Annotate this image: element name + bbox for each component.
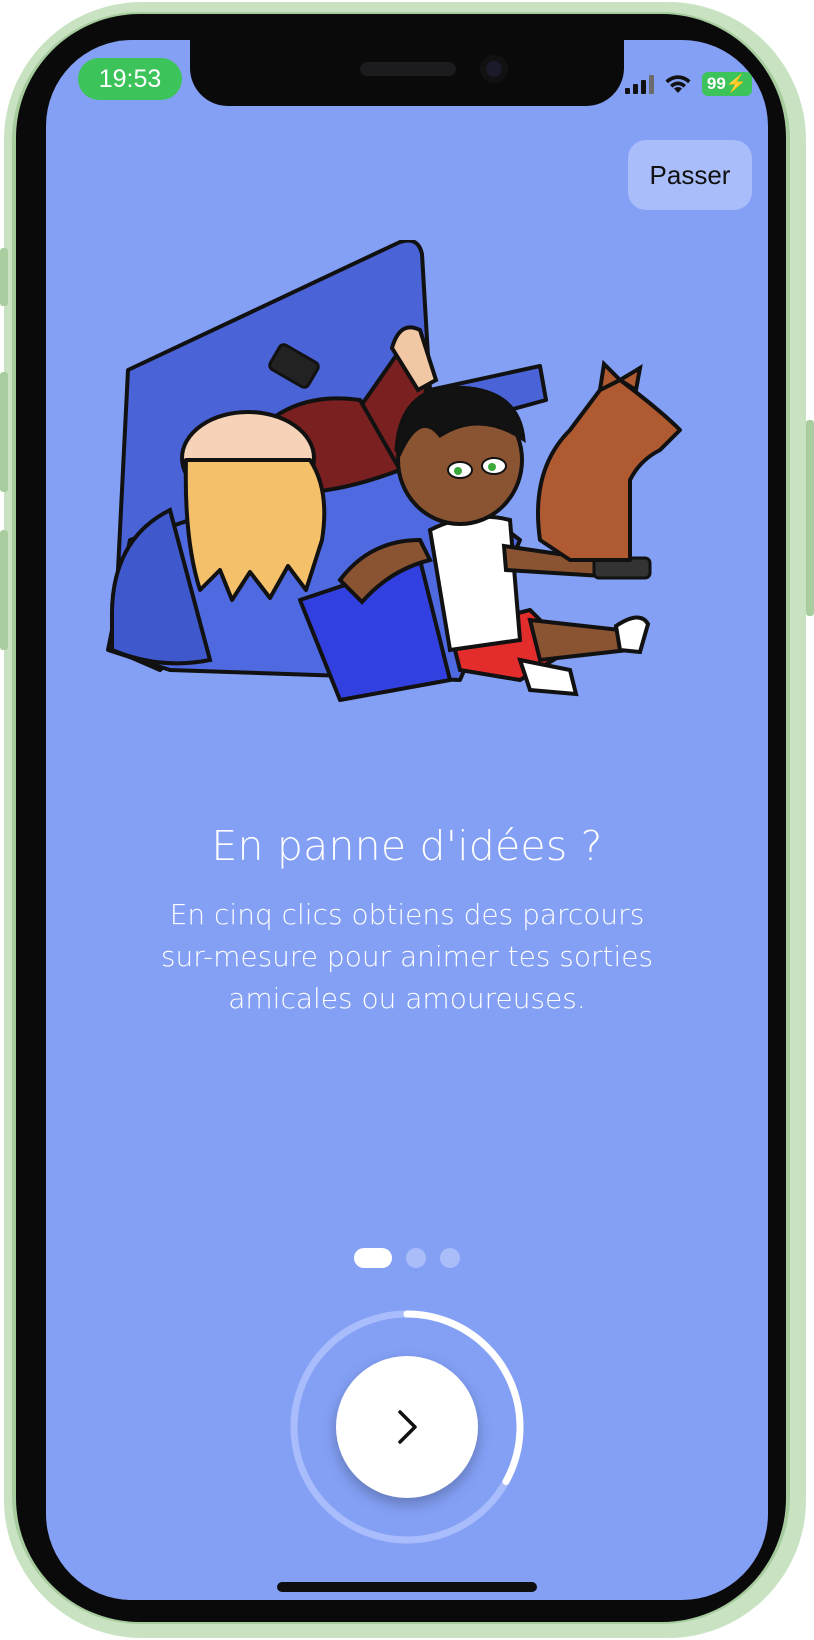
status-icons: 99⚡ [624,72,752,96]
volume-down-button [0,530,8,650]
signal-icon [624,75,654,94]
home-indicator [277,1582,537,1592]
silent-switch [0,248,8,306]
description-line: amicales ou amoureuses. [228,982,586,1015]
battery-icon: 99⚡ [701,72,752,96]
couch-friends-dog-illustration [106,240,682,702]
power-button [806,420,814,616]
page-indicator [0,1248,814,1268]
wifi-icon [665,75,691,93]
slide-title: En panne d'idées ? [211,822,603,870]
next-button[interactable] [336,1356,478,1498]
battery-level: 99 [706,74,726,93]
slide-description: En cinq clics obtiens des parcours sur-m… [120,894,694,1020]
page-dot[interactable] [406,1248,426,1268]
volume-up-button [0,372,8,492]
description-line: sur-mesure pour animer tes sorties [160,940,654,973]
status-time: 19:53 [78,58,182,100]
front-camera [480,55,508,83]
description-line: En cinq clics obtiens des parcours [169,898,645,931]
page-dot[interactable] [440,1248,460,1268]
speaker-grille [360,62,456,76]
chevron-right-icon [398,1410,417,1444]
device-mockup: 19:53 99⚡ Passer En panne d'idées ? En c… [0,0,814,1640]
charging-bolt-icon: ⚡ [725,74,747,93]
page-dot-active[interactable] [354,1248,392,1268]
skip-button[interactable]: Passer [628,140,752,210]
